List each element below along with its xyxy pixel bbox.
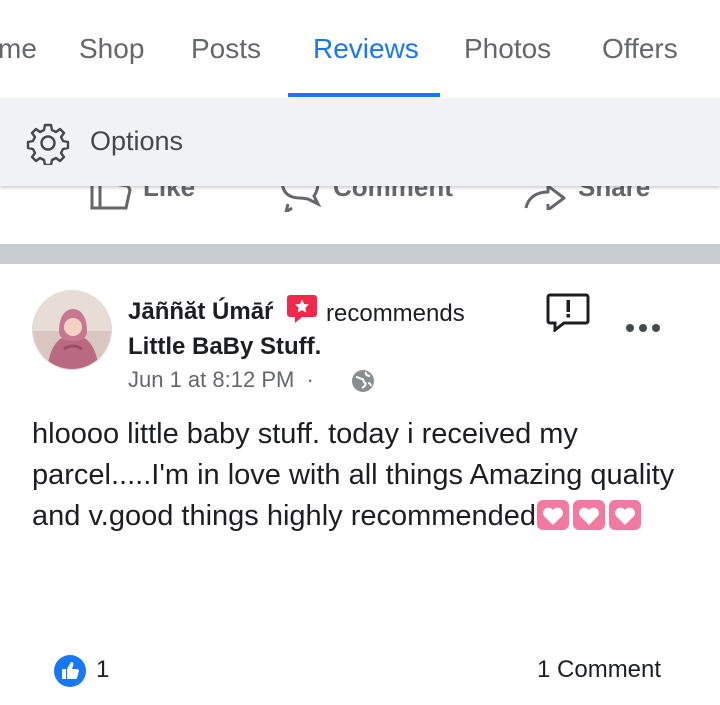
post-text: hloooo little baby stuff. today i receiv…	[32, 414, 692, 543]
comment-button[interactable]: Comment	[333, 186, 453, 203]
recommendation-badge-icon	[287, 295, 317, 323]
post-action-row: Like Comment Share	[0, 186, 720, 244]
post-author-line: Jāññăt Úmāŕ recommends	[128, 298, 465, 327]
comment-icon[interactable]	[278, 186, 322, 212]
post-meta: Jun 1 at 8:12 PM ·	[128, 367, 314, 393]
more-options-icon[interactable]	[624, 322, 662, 334]
heart-emoji-icon	[573, 500, 606, 530]
comment-count[interactable]: 1 Comment	[537, 656, 661, 684]
thumbs-up-icon[interactable]	[90, 186, 132, 210]
post-timestamp[interactable]: Jun 1 at 8:12 PM	[128, 367, 294, 392]
tab-posts[interactable]: Posts	[191, 33, 261, 65]
post-author-name[interactable]: Jāññăt Úmāŕ	[128, 298, 273, 325]
meta-separator: ·	[306, 367, 314, 392]
like-button[interactable]: Like	[143, 186, 195, 203]
avatar[interactable]	[32, 290, 112, 370]
heart-emojis	[536, 499, 644, 543]
share-icon[interactable]	[522, 186, 568, 210]
like-reaction-icon[interactable]	[53, 654, 87, 688]
globe-icon	[352, 370, 374, 392]
tab-shop[interactable]: Shop	[79, 33, 144, 65]
page-tabs: me Shop Posts Reviews Photos Offers	[0, 0, 720, 98]
heart-emoji-icon	[609, 500, 642, 530]
avatar-image	[33, 291, 111, 369]
tab-reviews[interactable]: Reviews	[313, 33, 419, 65]
recommended-page-name[interactable]: Little BaBy Stuff.	[128, 333, 321, 361]
active-tab-indicator	[288, 93, 440, 97]
like-count[interactable]: 1	[96, 656, 109, 684]
report-icon[interactable]	[546, 292, 590, 332]
tab-offers[interactable]: Offers	[602, 33, 678, 65]
options-label[interactable]: Options	[90, 126, 183, 157]
share-button[interactable]: Share	[578, 186, 650, 203]
heart-emoji-icon	[537, 500, 570, 530]
gear-icon[interactable]	[26, 121, 70, 165]
tab-home[interactable]: me	[0, 33, 37, 65]
recommends-label: recommends	[326, 300, 465, 327]
tab-photos[interactable]: Photos	[464, 33, 551, 65]
section-divider	[0, 244, 720, 264]
